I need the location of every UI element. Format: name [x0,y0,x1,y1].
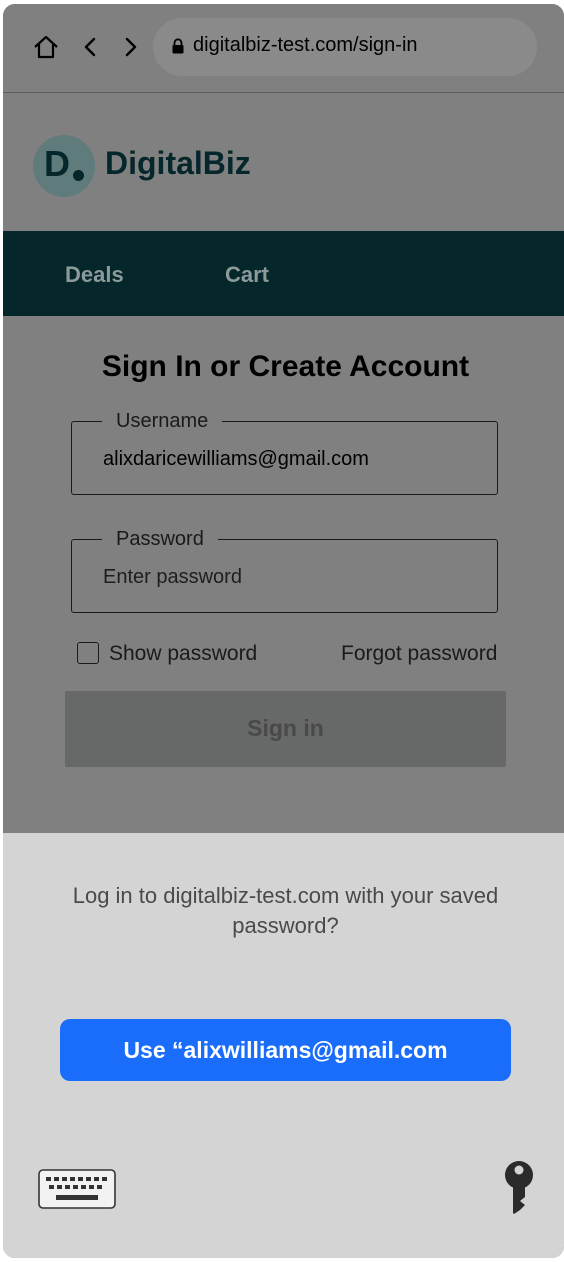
address-bar[interactable]: digitalbiz-test.com/sign-in [153,18,537,76]
forward-icon[interactable] [116,32,146,62]
nav-link-deals[interactable]: Deals [65,262,124,288]
saved-password-prompt: Log in to digitalbiz-test.com with your … [72,883,499,938]
logo-dot [73,170,84,181]
username-label: Username [102,408,223,434]
use-saved-password-button[interactable]: Use “alixwilliams@gmail.com [60,1019,511,1081]
browser-window: digitalbiz-test.com/sign-in D DigitalBiz… [3,4,564,1258]
brand-name[interactable]: DigitalBiz [105,145,251,182]
nav-link-cart[interactable]: Cart [225,262,269,288]
brand-logo[interactable]: D [33,135,95,197]
key-icon[interactable] [503,1159,535,1217]
password-label: Password [102,526,218,552]
home-icon[interactable] [31,32,61,62]
saved-password-sheet: Log in to digitalbiz-test.com with your … [3,833,564,1258]
sign-in-label: Sign in [247,715,324,741]
use-saved-password-label: Use “alixwilliams@gmail.com [123,1037,448,1063]
sign-in-form: Sign In or Create Account Username alixd… [3,316,564,833]
page-title: Sign In or Create Account [101,350,470,383]
username-field[interactable]: Username alixdaricewilliams@gmail.com [71,408,498,495]
show-password-checkbox[interactable] [77,642,99,664]
password-placeholder: Enter password [103,566,242,588]
lock-icon [172,38,184,54]
password-field[interactable]: Password Enter password [71,526,498,613]
logo-letter: D [44,143,70,184]
username-value: alixdaricewilliams@gmail.com [103,448,369,470]
main-nav: Deals Cart [3,231,564,316]
url-text: digitalbiz-test.com/sign-in [193,34,418,56]
back-icon[interactable] [75,32,105,62]
site-header: D DigitalBiz [3,93,564,231]
browser-toolbar: digitalbiz-test.com/sign-in [3,4,564,93]
forgot-password-link[interactable]: Forgot password [341,642,497,666]
keyboard-icon[interactable] [38,1169,116,1209]
show-password-label[interactable]: Show password [109,642,257,666]
sign-in-button[interactable]: Sign in [65,691,506,767]
